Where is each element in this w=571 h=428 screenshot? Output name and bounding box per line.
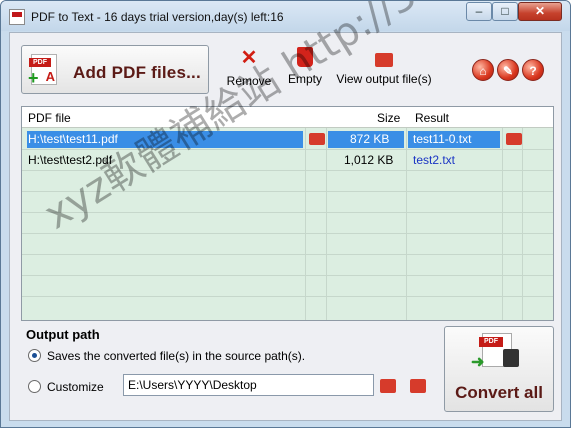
customize-radio[interactable] [28, 380, 41, 393]
home-icon[interactable]: ⌂ [472, 59, 494, 81]
app-window: PDF to Text - 16 days trial version,day(… [0, 0, 571, 428]
source-path-label[interactable]: Saves the converted file(s) in the sourc… [47, 349, 305, 363]
output-path-input[interactable]: E:\Users\YYYY\Desktop [123, 374, 374, 396]
add-pdf-files-label: Add PDF files... [73, 63, 201, 82]
empty-button[interactable]: Empty [287, 47, 323, 86]
settings-icon[interactable]: ✎ [497, 59, 519, 81]
remove-icon: ✕ [240, 47, 258, 69]
main-panel: PDF + A Add PDF files... ✕ Remove Empty Vi… [9, 32, 562, 421]
add-pdf-files-button[interactable]: PDF + A Add PDF files... [21, 45, 209, 94]
column-result[interactable]: Result [415, 111, 449, 125]
file-list[interactable]: PDF file Size Result H:\test\test11.pdf … [21, 106, 554, 321]
convert-all-button[interactable]: PDF ➜ Convert all [444, 326, 554, 412]
source-path-radio[interactable] [28, 349, 41, 362]
help-icon[interactable]: ? [522, 59, 544, 81]
title-bar: PDF to Text - 16 days trial version,day(… [1, 1, 570, 31]
file-path: H:\test\test11.pdf [28, 132, 118, 146]
trash-icon [297, 47, 313, 67]
table-row[interactable]: H:\test\test11.pdf 872 KB test11-0.txt [22, 129, 553, 150]
browse-folder-icon[interactable] [380, 379, 396, 393]
file-path: H:\test\test2.pdf [28, 153, 113, 167]
file-size: 872 KB [350, 132, 390, 146]
view-output-button[interactable]: View output file(s) [328, 47, 440, 86]
add-pdf-icon: PDF + A [28, 54, 57, 87]
result-file[interactable]: test2.txt [413, 153, 455, 167]
result-file[interactable]: test11-0.txt [413, 132, 471, 146]
remove-label: Remove [226, 74, 272, 88]
convert-all-label: Convert all [455, 383, 543, 402]
close-button[interactable]: ✕ [518, 2, 562, 21]
output-path-heading: Output path [26, 327, 100, 342]
empty-label: Empty [287, 72, 322, 86]
app-icon [9, 9, 25, 25]
view-output-label: View output file(s) [336, 72, 432, 86]
open-result-folder-icon[interactable] [506, 133, 522, 145]
open-output-folder-icon[interactable] [410, 379, 426, 393]
customize-label[interactable]: Customize [47, 380, 104, 394]
text-output-icon [503, 349, 519, 367]
column-size[interactable]: Size [377, 111, 400, 125]
window-title: PDF to Text - 16 days trial version,day(… [31, 10, 284, 24]
file-list-header: PDF file Size Result [22, 107, 553, 128]
column-file[interactable]: PDF file [28, 111, 71, 125]
minimize-button[interactable]: – [466, 2, 492, 21]
table-row[interactable]: H:\test\test2.pdf 1,012 KB test2.txt [22, 150, 553, 171]
convert-arrow-icon: ➜ [471, 354, 485, 371]
open-folder-icon[interactable] [309, 133, 325, 145]
folder-search-icon [375, 53, 393, 67]
maximize-button[interactable]: □ [492, 2, 518, 21]
file-size: 1,012 KB [344, 153, 394, 167]
remove-button[interactable]: ✕ Remove [224, 47, 274, 88]
